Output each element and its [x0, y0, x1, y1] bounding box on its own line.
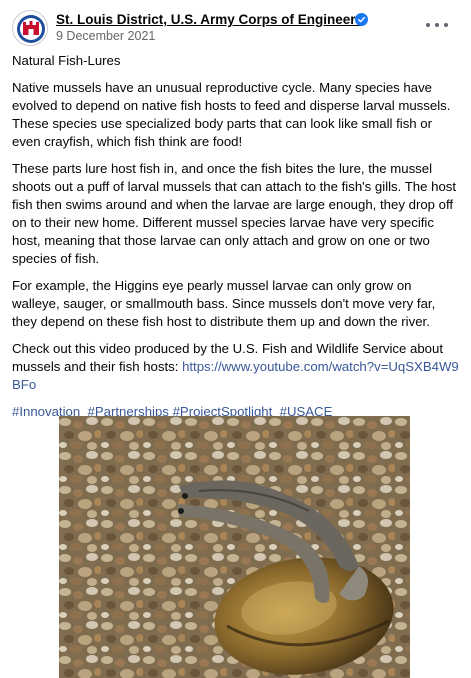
- more-options-dot: [435, 23, 439, 27]
- post-paragraph-1: Native mussels have an unusual reproduct…: [12, 80, 451, 149]
- page-avatar[interactable]: [12, 10, 48, 46]
- mussel-lure-photo: [59, 416, 410, 678]
- post-title: Natural Fish-Lures: [12, 53, 121, 68]
- more-options-icon: [426, 23, 430, 27]
- page-name-link[interactable]: St. Louis District, U.S. Army Corps of E…: [56, 12, 363, 27]
- usace-logo-icon: [14, 12, 47, 45]
- post-paragraph-2: These parts lure host fish in, and once …: [12, 161, 457, 266]
- facebook-post: St. Louis District, U.S. Army Corps of E…: [0, 0, 471, 678]
- more-options-dot: [444, 23, 448, 27]
- post-video-paragraph: Check out this video produced by the U.S…: [12, 340, 462, 394]
- post-header: St. Louis District, U.S. Army Corps of E…: [12, 10, 462, 46]
- post-paragraph-3: For example, the Higgins eye pearly muss…: [12, 278, 436, 329]
- post-photo[interactable]: [59, 416, 410, 678]
- post-body: Natural Fish-Lures Native mussels have a…: [12, 52, 462, 430]
- more-options-button[interactable]: [426, 16, 448, 34]
- post-timestamp[interactable]: 9 December 2021: [56, 29, 155, 43]
- verified-badge-icon: [355, 13, 368, 26]
